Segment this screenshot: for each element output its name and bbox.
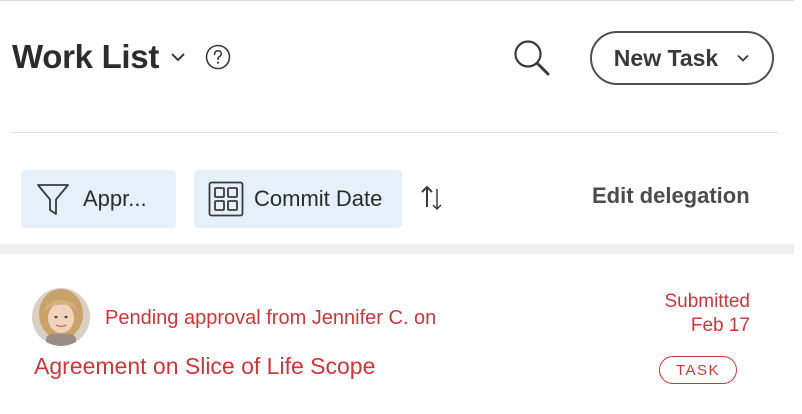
section-separator <box>0 244 794 254</box>
group-by-label: Commit Date <box>254 186 383 211</box>
filter-label: Appr... <box>83 186 147 211</box>
work-list-page: Work List New Task Appr... Commit Date E… <box>0 0 802 414</box>
submitted-info: Submitted Feb 17 <box>664 290 750 338</box>
new-task-button[interactable]: New Task <box>590 31 774 85</box>
header-divider <box>12 132 778 133</box>
grid-icon <box>208 181 244 217</box>
question-circle-icon[interactable] <box>205 44 231 70</box>
search-button[interactable] <box>510 36 554 80</box>
sort-arrows-icon[interactable] <box>418 183 446 213</box>
avatar <box>32 288 90 346</box>
new-task-label: New Task <box>613 44 719 71</box>
filter-button[interactable]: Appr... <box>21 170 176 228</box>
search-icon <box>514 40 550 76</box>
top-border <box>0 0 802 1</box>
page-title: Work List <box>12 38 160 75</box>
submitted-label: Submitted <box>664 291 750 312</box>
chevron-down-icon <box>737 54 749 62</box>
right-edge <box>794 0 802 414</box>
approval-status-text: Pending approval from Jennifer C. on <box>105 307 437 329</box>
task-badge: TASK <box>659 356 737 384</box>
edit-delegation-button[interactable]: Edit delegation <box>592 183 750 209</box>
chevron-down-icon[interactable] <box>169 48 187 66</box>
submitted-date: Feb 17 <box>690 315 750 336</box>
group-by-button[interactable]: Commit Date <box>194 170 402 228</box>
work-item-title[interactable]: Agreement on Slice of Life Scope <box>34 353 375 380</box>
page-header: Work List <box>12 38 231 76</box>
funnel-icon <box>37 184 69 215</box>
